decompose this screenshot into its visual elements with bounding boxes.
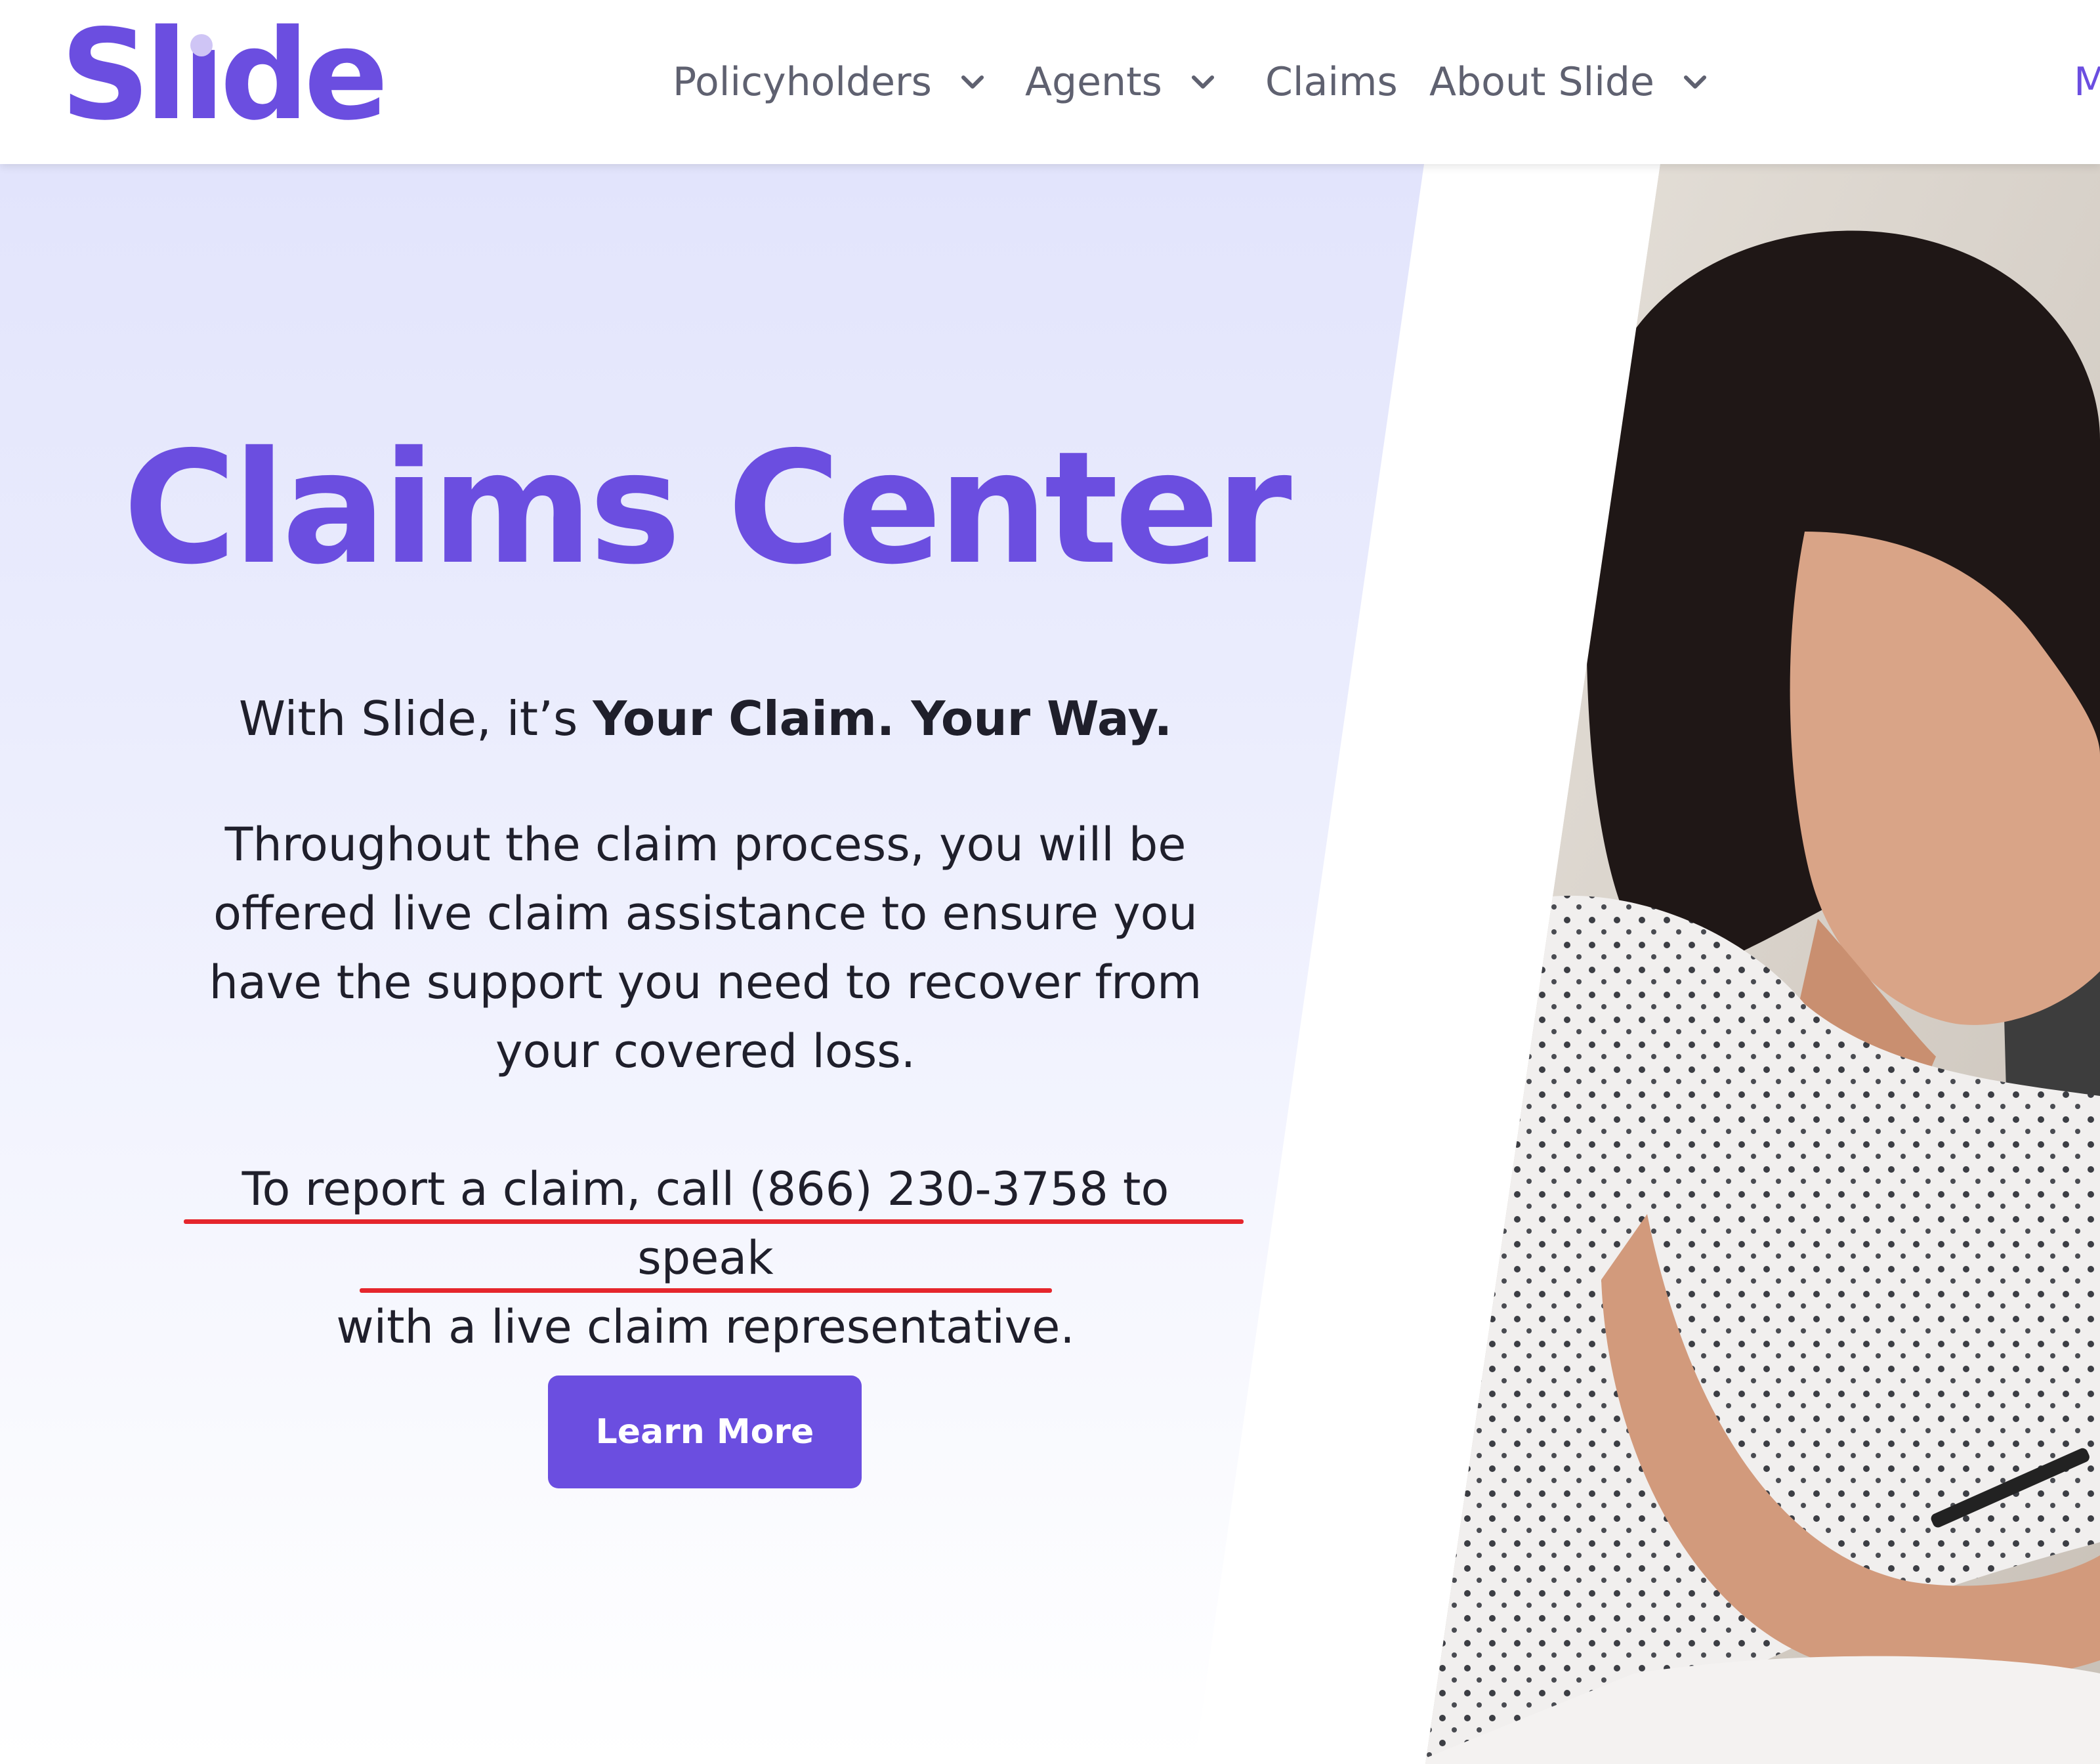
logo-text-sl: Sl	[60, 3, 188, 148]
chevron-down-icon	[961, 75, 984, 89]
nav-item-about-slide[interactable]: About Slide	[1429, 46, 1713, 118]
slide-logo[interactable]: Slı de	[60, 3, 388, 148]
tagline-emphasis: Your Claim. Your Way.	[593, 691, 1173, 746]
logo-i-dot	[190, 34, 213, 56]
hero-paragraph: Throughout the claim process, you will b…	[209, 818, 1202, 1078]
report-line-2: with a live claim representative.	[336, 1300, 1075, 1354]
site-header: Slı de Policyholders Agents Claims About …	[0, 0, 2100, 164]
hero-tagline: With Slide, it’s Your Claim. Your Way.	[0, 682, 1411, 755]
annotation-underline	[184, 1219, 1244, 1224]
nav-item-policyholders[interactable]: Policyholders	[673, 46, 991, 118]
logo-i: ı	[182, 3, 225, 148]
button-label: Learn More	[595, 1412, 814, 1452]
nav-label: Claims	[1265, 59, 1398, 105]
nav-item-claims[interactable]: Claims	[1265, 46, 1398, 118]
tagline-prefix: With Slide, it’s	[238, 691, 593, 746]
nav-label: M	[2074, 59, 2100, 105]
report-line-1: To report a claim, call (866) 230-3758 t…	[242, 1162, 1169, 1285]
chevron-down-icon	[1191, 75, 1214, 89]
nav-label: Policyholders	[673, 59, 932, 105]
page-title: Claims Center	[123, 418, 1292, 598]
hero-photo	[1425, 164, 2100, 1764]
nav-item-agents[interactable]: Agents	[1025, 46, 1221, 118]
nav-label: Agents	[1025, 59, 1162, 105]
report-claim-text: To report a claim, call (866) 230-3758 t…	[174, 1155, 1237, 1362]
annotation-underline	[360, 1288, 1052, 1293]
nav-item-cut-off[interactable]: M	[2074, 46, 2100, 118]
chevron-down-icon	[1683, 75, 1706, 89]
learn-more-button[interactable]: Learn More	[548, 1376, 862, 1488]
nav-label: About Slide	[1429, 59, 1654, 105]
logo-text-de: de	[220, 3, 388, 148]
woman-photo-illustration	[1425, 164, 2100, 1764]
